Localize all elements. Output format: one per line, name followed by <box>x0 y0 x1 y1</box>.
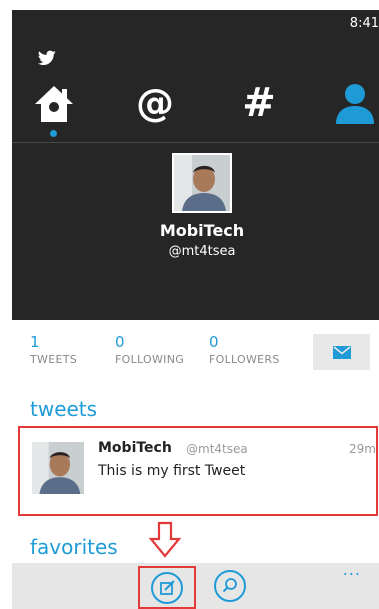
profile-header: 8:41 @ # MobiTech @mt4tsea <box>12 10 379 320</box>
home-icon <box>35 86 73 122</box>
stat-tweets[interactable]: 1 TWEETS <box>30 333 77 366</box>
tweet-author-name: MobiTech <box>98 440 172 456</box>
more-icon[interactable]: ... <box>343 562 361 578</box>
tweet-item[interactable]: MobiTech @mt4tsea 29m This is my first T… <box>18 426 378 516</box>
hashtag-icon: # <box>242 80 276 126</box>
tab-hashtags[interactable]: # <box>234 80 284 140</box>
mail-icon <box>332 345 351 359</box>
stat-following[interactable]: 0 FOLLOWING <box>115 333 184 366</box>
nav-bar: @ # <box>12 80 379 140</box>
followers-count: 0 <box>209 333 219 351</box>
twitter-bird-icon <box>38 50 56 66</box>
compose-icon <box>151 572 183 604</box>
header-divider <box>12 142 379 143</box>
tweets-section-title[interactable]: tweets <box>30 397 97 421</box>
favorites-section-title[interactable]: favorites <box>30 535 118 559</box>
tab-profile[interactable] <box>330 80 379 140</box>
message-button[interactable] <box>313 334 370 370</box>
compose-button[interactable] <box>138 566 196 609</box>
app-bar: ... <box>12 562 379 609</box>
search-button[interactable] <box>210 570 250 606</box>
profile-avatar[interactable] <box>172 153 232 213</box>
active-tab-indicator <box>50 130 57 137</box>
tab-home[interactable] <box>29 80 79 140</box>
tweet-text: This is my first Tweet <box>98 463 246 479</box>
followers-label: FOLLOWERS <box>209 353 280 366</box>
tweets-label: TWEETS <box>30 353 77 366</box>
status-time: 8:41 <box>349 16 379 31</box>
person-photo-icon <box>174 155 230 211</box>
following-count: 0 <box>115 333 125 351</box>
following-label: FOLLOWING <box>115 353 185 366</box>
tweet-avatar[interactable] <box>32 442 84 494</box>
profile-handle: @mt4tsea <box>168 244 236 259</box>
profile-icon <box>336 84 374 124</box>
stats-row: 1 TWEETS 0 FOLLOWING 0 FOLLOWERS <box>12 333 379 378</box>
down-arrow-icon <box>148 521 182 558</box>
search-icon <box>214 570 246 602</box>
profile-name: MobiTech <box>159 221 245 240</box>
app-window: 8:41 @ # MobiTech @mt4tsea 1 TWEETS 0 FO… <box>0 0 379 609</box>
stat-followers[interactable]: 0 FOLLOWERS <box>209 333 280 366</box>
at-icon: @ <box>136 81 174 125</box>
person-photo-icon <box>32 442 84 494</box>
tab-mentions[interactable]: @ <box>130 80 180 140</box>
tweet-time: 29m <box>349 442 376 456</box>
tweet-author-handle: @mt4tsea <box>186 442 248 456</box>
tweets-count: 1 <box>30 333 40 351</box>
